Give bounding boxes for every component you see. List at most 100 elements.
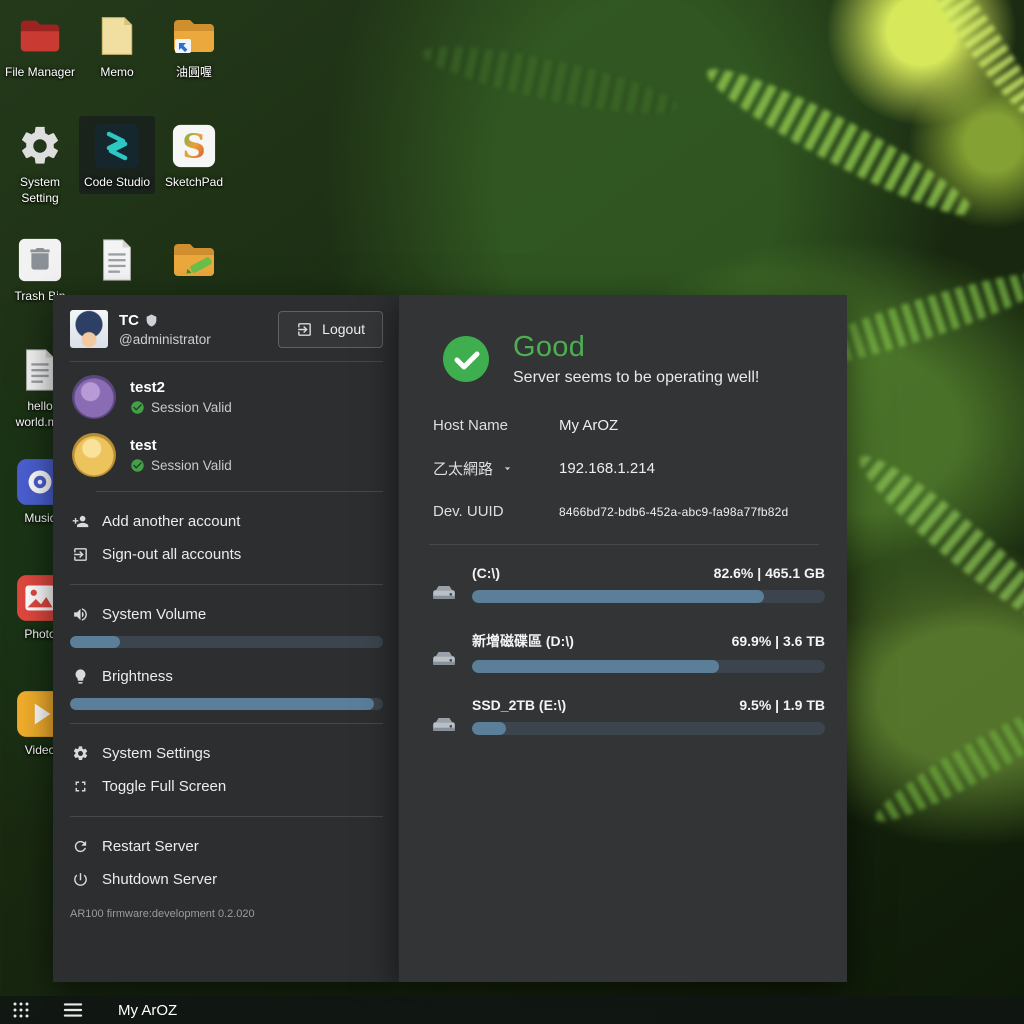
hostname-value: My ArOZ <box>559 417 618 434</box>
desktop-icon-memo[interactable]: Memo <box>79 6 155 84</box>
desktop-icon-label: File Manager <box>5 65 75 81</box>
restart-server-item[interactable]: Restart Server <box>70 830 383 863</box>
account-row-test2[interactable]: test2 Session Valid <box>72 375 383 419</box>
document-icon <box>91 234 143 286</box>
uuid-row: Dev. UUID 8466bd72-bdb6-452a-abc9-fa98a7… <box>433 503 825 520</box>
session-panel: TC @administrator Logout test2 Session V… <box>53 295 398 982</box>
check-circle-icon <box>130 458 145 473</box>
grid-icon <box>12 1001 30 1019</box>
desktop-icon-system-setting[interactable]: System Setting <box>2 116 78 209</box>
gear-icon <box>14 120 66 172</box>
svg-text:S: S <box>182 127 206 166</box>
taskbar-menu-button[interactable] <box>50 996 96 1024</box>
desktop-icon-label: Code Studio <box>84 175 150 191</box>
power-icon <box>72 871 89 888</box>
desktop-icon-label: System Setting <box>3 175 77 206</box>
divider <box>70 816 383 817</box>
trash-icon <box>14 234 66 286</box>
server-status-panel: Good Server seems to be operating well! … <box>398 295 847 982</box>
disk-usage-bar <box>472 722 825 735</box>
disk-row-c: (C:\) 82.6% | 465.1 GB <box>431 565 825 611</box>
account-status: Session Valid <box>151 400 232 415</box>
user-handle: @administrator <box>119 332 211 347</box>
user-info: TC @administrator <box>119 312 211 347</box>
taskbar-title: My ArOZ <box>118 1002 177 1019</box>
network-interface-dropdown[interactable]: 乙太網路 <box>433 458 559 479</box>
desktop-icon-sketchpad[interactable]: S SketchPad <box>156 116 232 194</box>
account-name: test <box>130 437 232 454</box>
restart-icon <box>72 838 89 855</box>
desktop-icon-document[interactable] <box>79 230 155 289</box>
status-subtitle: Server seems to be operating well! <box>513 369 759 387</box>
disk-usage-bar <box>472 660 825 673</box>
disk-usage: 82.6% | 465.1 GB <box>714 565 825 581</box>
shutdown-server-item[interactable]: Shutdown Server <box>70 863 383 896</box>
desktop-icon-folder-edit[interactable] <box>156 230 232 289</box>
check-circle-icon <box>130 400 145 415</box>
signout-all-item[interactable]: Sign-out all accounts <box>70 538 383 571</box>
network-row: 乙太網路 192.168.1.214 <box>433 458 825 479</box>
disk-usage-fill <box>472 590 764 603</box>
person-add-icon <box>72 513 89 530</box>
brightness-label: Brightness <box>70 660 383 693</box>
account-row-test[interactable]: test Session Valid <box>72 433 383 477</box>
hard-drive-icon <box>431 712 457 743</box>
divider <box>429 544 819 545</box>
account-avatar <box>72 375 116 419</box>
desktop-icon-file-manager[interactable]: File Manager <box>2 6 78 84</box>
divider <box>70 723 383 724</box>
logout-button[interactable]: Logout <box>278 311 383 348</box>
file-manager-icon <box>14 10 66 62</box>
folder-edit-icon <box>168 234 220 286</box>
disk-usage-fill <box>472 660 719 673</box>
system-settings-item[interactable]: System Settings <box>70 737 383 770</box>
disk-row-d: 新增磁碟區 (D:\) 69.9% | 3.6 TB <box>431 631 825 677</box>
status-check-icon <box>443 336 489 382</box>
volume-slider-fill <box>70 636 120 648</box>
bulb-icon <box>72 668 89 685</box>
disk-usage-bar <box>472 590 825 603</box>
account-avatar <box>72 433 116 477</box>
hostname-row: Host Name My ArOZ <box>433 417 825 434</box>
sketchpad-icon: S <box>168 120 220 172</box>
disk-usage: 69.9% | 3.6 TB <box>732 633 825 649</box>
desktop-icon-code-studio[interactable]: Code Studio <box>79 116 155 194</box>
divider <box>70 584 383 585</box>
account-name: test2 <box>130 379 232 396</box>
desktop-icon-label: Photo <box>24 627 55 643</box>
fern-leaf-decoration <box>419 33 682 126</box>
user-name: TC <box>119 312 139 329</box>
disk-row-e: SSD_2TB (E:\) 9.5% | 1.9 TB <box>431 697 825 743</box>
desktop-icon-label: Memo <box>100 65 133 81</box>
uuid-label: Dev. UUID <box>433 503 559 520</box>
disk-name: SSD_2TB (E:\) <box>472 697 566 713</box>
volume-slider[interactable] <box>70 636 383 648</box>
ip-address-value: 192.168.1.214 <box>559 460 655 477</box>
system-volume-label: System Volume <box>70 598 383 631</box>
chevron-down-icon <box>501 462 514 475</box>
hard-drive-icon <box>431 646 457 677</box>
code-studio-icon <box>91 120 143 172</box>
desktop-icon-shortcut-folder[interactable]: 油圓喔 <box>156 6 232 84</box>
disk-name: 新增磁碟區 (D:\) <box>472 631 574 651</box>
gear-icon <box>72 745 89 762</box>
current-user-row: TC @administrator Logout <box>70 310 383 348</box>
speaker-icon <box>72 606 89 623</box>
brightness-slider[interactable] <box>70 698 383 710</box>
status-title: Good <box>513 331 759 364</box>
desktop-icon-label: Video <box>25 743 55 759</box>
fern-leaf-decoration <box>697 52 983 232</box>
account-status: Session Valid <box>151 458 232 473</box>
memo-icon <box>91 10 143 62</box>
desktop-icon-label: 油圓喔 <box>176 65 212 81</box>
start-menu-button[interactable] <box>0 996 42 1024</box>
shield-icon <box>145 314 158 327</box>
hard-drive-icon <box>431 580 457 611</box>
hamburger-icon <box>63 1002 83 1018</box>
toggle-fullscreen-item[interactable]: Toggle Full Screen <box>70 770 383 803</box>
add-account-item[interactable]: Add another account <box>70 505 383 538</box>
firmware-version: AR100 firmware:development 0.2.020 <box>70 908 383 920</box>
fern-leaf-decoration <box>909 0 1024 129</box>
disk-usage: 9.5% | 1.9 TB <box>739 697 825 713</box>
fullscreen-icon <box>72 778 89 795</box>
